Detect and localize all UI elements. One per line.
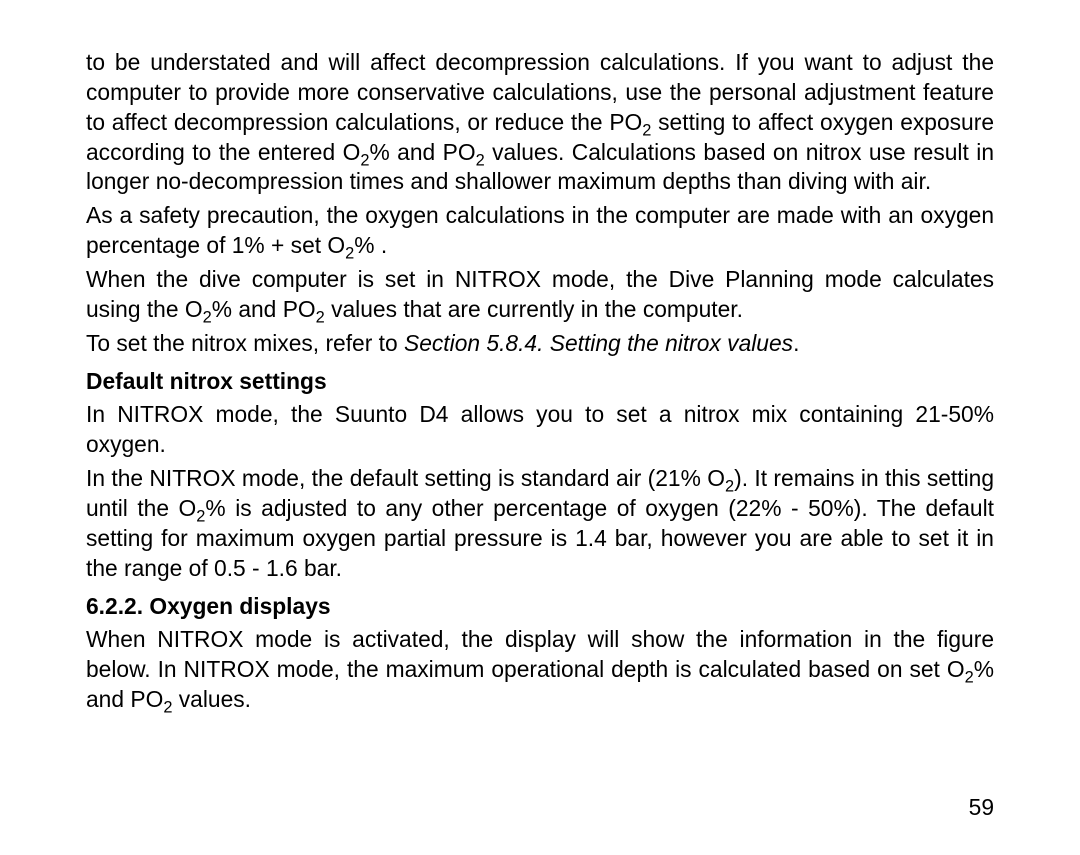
text-run: values. [172,686,251,712]
subscript-2: 2 [476,151,485,169]
text-run: As a safety precaution, the oxygen calcu… [86,202,994,258]
subscript-2: 2 [965,669,974,687]
text-run: % and PO [369,139,475,165]
body-paragraph-5: In NITROX mode, the Suunto D4 allows you… [86,400,994,460]
subscript-2: 2 [203,308,212,326]
subscript-2: 2 [725,478,734,496]
page-number: 59 [969,793,994,823]
text-run: To set the nitrox mixes, refer to [86,330,404,356]
text-run: % and PO [212,296,316,322]
text-run: . [793,330,799,356]
body-paragraph-7: When NITROX mode is activated, the displ… [86,625,994,715]
body-paragraph-6: In the NITROX mode, the default setting … [86,464,994,583]
text-run: values that are currently in the compute… [325,296,743,322]
subscript-2: 2 [316,308,325,326]
heading-default-nitrox: Default nitrox settings [86,367,994,397]
text-run: % is adjusted to any other percentage of… [86,495,994,581]
subscript-2: 2 [345,245,354,263]
section-reference: Section 5.8.4. Setting the nitrox values [404,330,793,356]
text-run: In the NITROX mode, the default setting … [86,465,725,491]
document-page: to be understated and will affect decomp… [0,0,1080,855]
heading-oxygen-displays: 6.2.2. Oxygen displays [86,592,994,622]
body-paragraph-1: to be understated and will affect decomp… [86,48,994,197]
body-paragraph-2: As a safety precaution, the oxygen calcu… [86,201,994,261]
text-run: When NITROX mode is activated, the displ… [86,626,994,682]
text-run: % . [354,232,387,258]
body-paragraph-3: When the dive computer is set in NITROX … [86,265,994,325]
body-paragraph-4: To set the nitrox mixes, refer to Sectio… [86,329,994,359]
